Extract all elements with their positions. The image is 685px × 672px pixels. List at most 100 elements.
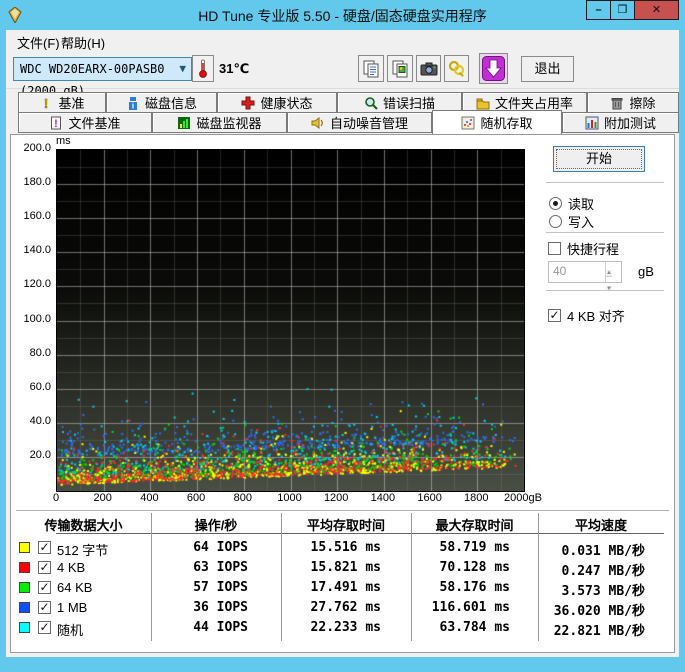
ops-value: 44 IOPS (193, 620, 248, 635)
table-header-2: 平均存取时间 (306, 518, 385, 533)
series-label: 64 KB (57, 580, 93, 595)
avg-access-value: 27.762 ms (310, 600, 381, 615)
thermometer-icon (199, 59, 207, 78)
series-label: 1 MB (57, 600, 88, 615)
series-checkbox[interactable]: ✓ (38, 541, 51, 554)
svg-text:i: i (132, 101, 134, 110)
health-icon (241, 96, 255, 109)
short-stroke-value: 40 (553, 264, 567, 278)
series-color-swatch (19, 542, 30, 553)
y-tick-label: 60.0 (29, 380, 51, 393)
ops-value: 57 IOPS (193, 580, 248, 595)
spinner-up-icon[interactable]: ▲ (606, 270, 612, 277)
tab-row-2: ! 文件基准 磁盘监视器 自动噪音管理 随机存取 附加测试 (6, 110, 679, 134)
avg-speed-value: 0.031 MB/秒 (561, 544, 645, 559)
align-4kb-checkbox[interactable]: ✓ (548, 309, 561, 322)
align-4kb-label: 4 KB 对齐 (567, 309, 625, 324)
exit-button[interactable]: 退出 (521, 56, 574, 82)
screenshot-button[interactable] (416, 55, 441, 82)
tab-label: 基准 (58, 96, 85, 111)
short-stroke-checkbox[interactable] (548, 242, 561, 255)
y-tick-label: 20.0 (29, 448, 51, 461)
copy-image-button[interactable] (387, 55, 413, 82)
copy-text-button[interactable] (358, 55, 384, 82)
tab-label: 自动噪音管理 (329, 116, 408, 131)
tab-文件基准[interactable]: ! 文件基准 (18, 112, 152, 133)
y-tick-label: 40.0 (29, 414, 51, 427)
erase-icon (611, 97, 623, 109)
short-stroke-option[interactable]: 快捷行程 (548, 239, 619, 258)
write-radio[interactable] (549, 215, 562, 228)
tab-基准[interactable]: ! 基准 (18, 92, 106, 113)
table-row: ✓ 1 MB 36 IOPS 27.762 ms 116.601 ms 36.020 MB… (11, 598, 671, 619)
table-header-0: 传输数据大小 (44, 518, 123, 533)
hd-tune-window: HD Tune 专业版 5.50 - 硬盘/固态硬盘实用程序 – ❐ ✕ 文件(… (0, 0, 685, 672)
keys-button[interactable] (444, 55, 469, 82)
y-tick-label: 120.0 (23, 278, 51, 291)
ops-value: 36 IOPS (193, 600, 248, 615)
series-checkbox[interactable]: ✓ (38, 601, 51, 614)
avg-speed-value: 3.573 MB/秒 (561, 584, 645, 599)
table-header-3: 最大存取时间 (435, 518, 514, 533)
tab-擦除[interactable]: 擦除 (587, 92, 679, 113)
tab-label: 错误扫描 (382, 96, 435, 111)
tab-label: 附加测试 (603, 116, 656, 131)
spinner-buttons[interactable]: ▲ ▼ (605, 262, 621, 292)
avg-access-value: 22.233 ms (310, 620, 381, 635)
download-button[interactable] (479, 53, 508, 84)
table-header-1: 操作/秒 (194, 518, 238, 533)
drive-select-dropdown[interactable]: WDC WD20EARX-00PASB0 (2000 gB) ▼ (13, 57, 192, 98)
y-tick-label: 80.0 (29, 346, 51, 359)
series-color-swatch (19, 602, 30, 613)
y-tick-label: 160.0 (23, 210, 51, 223)
start-button[interactable]: 开始 (553, 146, 645, 172)
tab-label: 磁盘信息 (144, 96, 197, 111)
avg-access-value: 15.821 ms (310, 560, 381, 575)
copy-image-icon (392, 60, 408, 77)
ops-value: 64 IOPS (193, 540, 248, 555)
max-access-value: 63.784 ms (439, 620, 510, 635)
short-stroke-unit: gB (638, 264, 654, 279)
tab-随机存取[interactable]: 随机存取 (432, 110, 562, 134)
error-scan-icon (365, 96, 378, 110)
y-tick-label: 100.0 (23, 312, 51, 325)
write-label: 写入 (568, 215, 595, 230)
series-checkbox[interactable]: ✓ (38, 621, 51, 634)
window-title: HD Tune 专业版 5.50 - 硬盘/固态硬盘实用程序 (198, 8, 487, 24)
aam-icon (311, 116, 323, 129)
short-stroke-spinner[interactable]: 40 ▲ ▼ (548, 261, 622, 292)
write-option[interactable]: 写入 (549, 212, 594, 231)
tab-磁盘信息[interactable]: i 磁盘信息 (106, 92, 217, 113)
max-access-value: 70.128 ms (439, 560, 510, 575)
disk-info-icon: i (128, 96, 137, 110)
close-button[interactable]: ✕ (634, 0, 679, 20)
scatter-chart (56, 149, 525, 492)
max-access-value: 58.719 ms (439, 540, 510, 555)
read-radio[interactable] (549, 197, 562, 210)
copy-text-icon (363, 60, 379, 77)
table-header-underline (56, 533, 664, 534)
y-axis-unit-label: ms (56, 135, 71, 147)
maximize-button[interactable]: ❐ (610, 0, 635, 20)
tab-磁盘监视器[interactable]: 磁盘监视器 (152, 112, 287, 133)
temperature-button[interactable] (192, 55, 214, 82)
tab-健康状态[interactable]: 健康状态 (217, 92, 337, 113)
align-4kb-option[interactable]: ✓ 4 KB 对齐 (548, 306, 625, 325)
series-color-swatch (19, 582, 30, 593)
svg-text:!: ! (44, 96, 48, 110)
tab-row-1: ! 基准 i 磁盘信息 健康状态 错误扫描 文件夹占用率 擦除 (6, 92, 679, 113)
keys-icon (448, 60, 464, 77)
tab-label: 随机存取 (480, 116, 533, 131)
y-tick-label: 200.0 (23, 142, 51, 154)
series-checkbox[interactable]: ✓ (38, 581, 51, 594)
temperature-value: 31℃ (219, 61, 250, 76)
titlebar: HD Tune 专业版 5.50 - 硬盘/固态硬盘实用程序 – ❐ ✕ (0, 0, 685, 30)
tab-附加测试[interactable]: 附加测试 (562, 112, 679, 133)
series-checkbox[interactable]: ✓ (38, 561, 51, 574)
separator (546, 290, 664, 292)
table-row: ✓ 随机 44 IOPS 22.233 ms 63.784 ms 22.821 MB/秒 (11, 618, 671, 639)
read-option[interactable]: 读取 (549, 194, 594, 213)
minimize-button[interactable]: – (586, 0, 611, 20)
tab-自动噪音管理[interactable]: 自动噪音管理 (287, 112, 432, 133)
svg-text:!: ! (55, 118, 59, 130)
